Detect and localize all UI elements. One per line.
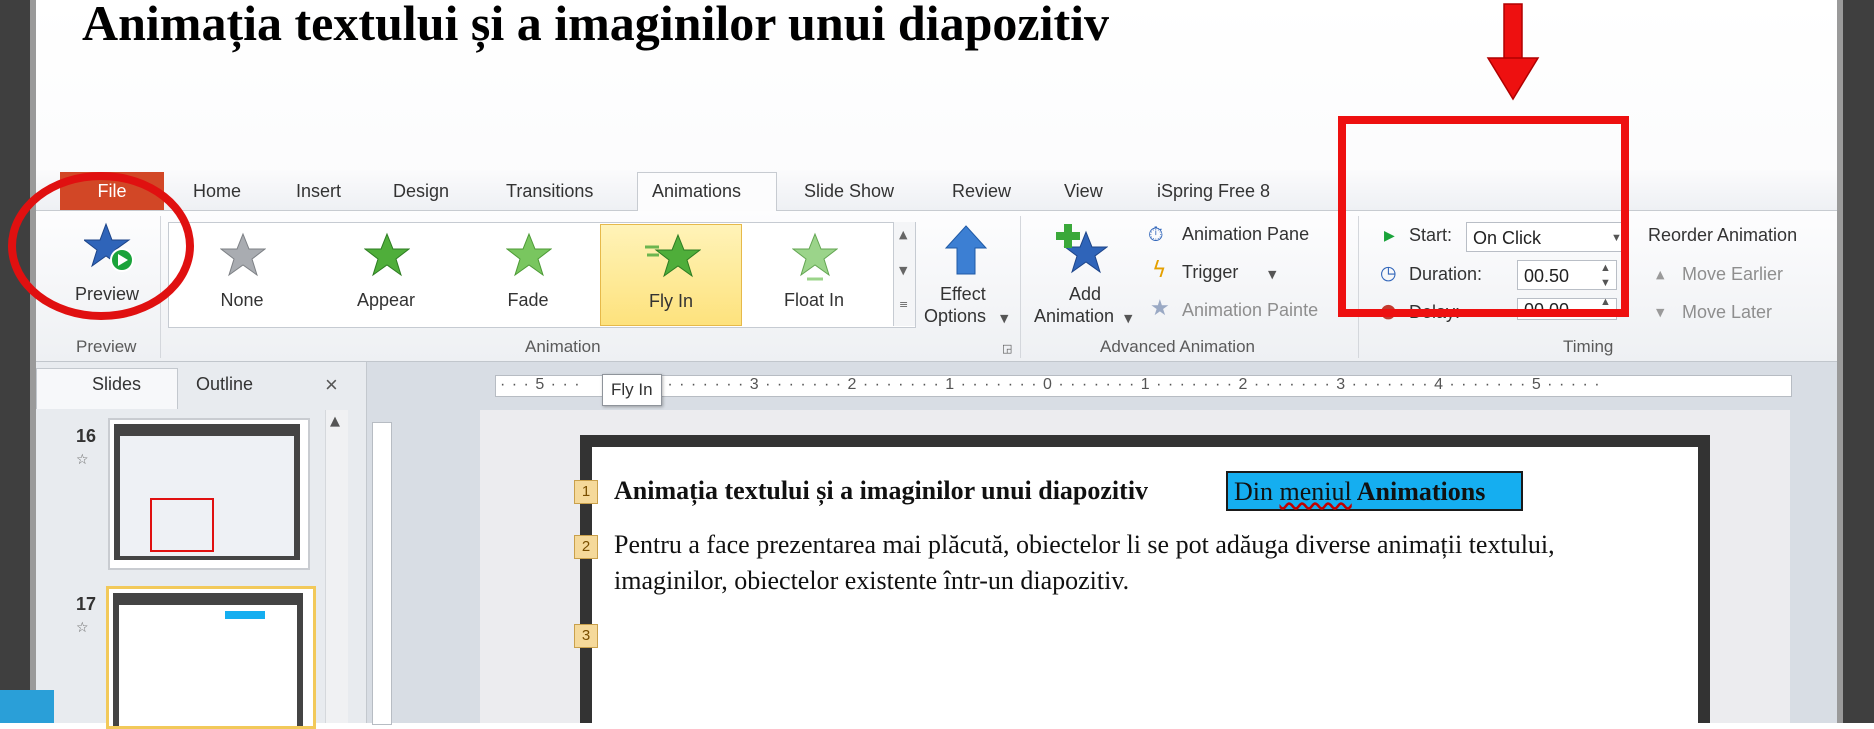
effect-options-button[interactable]: Effect Options ▼ (920, 222, 1010, 332)
horizontal-ruler[interactable]: · · · 5 · · · 4 · · · · · · · 3 · · · · … (495, 375, 1792, 397)
slide-heading-text: Animația textului și a imaginilor unui d… (614, 476, 1149, 505)
group-label-animation: Animation (525, 337, 601, 356)
animation-pane-label: Animation Pane (1182, 224, 1310, 244)
scroll-up-icon: ▲ (330, 414, 340, 429)
highlight-prefix: Din (1234, 477, 1280, 506)
animation-label: Fly In (648, 291, 693, 311)
animation-label: Appear (356, 290, 416, 310)
group-label-preview: Preview (76, 337, 137, 356)
trigger-label: Trigger (1182, 262, 1239, 282)
scroll-up-icon: ▲ (899, 228, 908, 241)
animation-label: None (220, 290, 264, 310)
ruler-marks-left: · · · 5 · · · (500, 376, 581, 393)
thumbnail-red-box (150, 498, 214, 552)
highlight-box: Din meniul Animations (1226, 471, 1523, 511)
triangle-down-icon: ▼ (1656, 306, 1665, 319)
animation-float-in[interactable]: Float In (754, 224, 874, 324)
animation-appear[interactable]: Appear (326, 224, 446, 324)
move-later-button[interactable]: ▼ Move Later (1656, 300, 1826, 326)
slide-thumbnail-17[interactable] (106, 586, 316, 729)
move-earlier-button[interactable]: ▲ Move Earlier (1656, 262, 1826, 288)
appear-star-icon (364, 232, 410, 277)
thumbnail-highlight (225, 611, 265, 619)
animation-label: Fade (507, 290, 549, 310)
group-label-advanced: Advanced Animation (1100, 337, 1255, 356)
animation-pane-button[interactable]: ⏱ Animation Pane (1148, 222, 1338, 250)
animation-painter-button[interactable]: ★ Animation Painte (1148, 296, 1338, 326)
gray-star-icon (220, 232, 266, 277)
gallery-scrollbar[interactable]: ▲ ▼ ≡ (893, 222, 915, 326)
animation-star-icon: ☆ (76, 452, 89, 468)
scroll-down-icon: ▼ (899, 264, 908, 277)
tab-insert[interactable]: Insert (296, 181, 341, 202)
move-later-label: Move Later (1682, 302, 1773, 322)
animation-badge[interactable]: 3 (574, 624, 598, 648)
effect-options-label-1: Effect (940, 284, 986, 304)
group-label-timing: Timing (1563, 337, 1614, 356)
tooltip: Fly In (602, 374, 662, 406)
ruler-marks-right: 4 · · · · · · · 3 · · · · · · · 2 · · · … (652, 376, 1601, 393)
slides-pane-scrollbar[interactable]: ▲ (325, 410, 348, 723)
animation-pane-icon: ⏱ (1148, 222, 1164, 246)
gallery-more-icon: ≡ (899, 298, 909, 311)
up-arrow-icon (944, 225, 988, 275)
tab-design[interactable]: Design (393, 181, 449, 202)
animation-badge[interactable]: 1 (574, 480, 598, 504)
move-earlier-label: Move Earlier (1682, 264, 1784, 284)
highlight-suffix: Animations (1351, 477, 1486, 506)
pane-tab-outline[interactable]: Outline (196, 374, 253, 395)
trigger-button[interactable]: ϟ Trigger ▼ (1148, 258, 1288, 288)
lightning-icon: ϟ (1152, 258, 1167, 283)
slide-paragraph-line-2: imaginilor, obiectelor existente într-un… (614, 566, 1130, 595)
painter-icon: ★ (1150, 296, 1170, 321)
frame-left (0, 0, 30, 723)
chevron-down-icon: ▼ (1000, 312, 1009, 325)
vertical-ruler[interactable] (372, 422, 392, 725)
tab-animations[interactable]: Animations (652, 181, 741, 202)
slide-thumbnail-16[interactable] (108, 418, 310, 570)
group-separator (1020, 216, 1021, 358)
tab-transitions[interactable]: Transitions (506, 181, 593, 202)
add-animation-label-1: Add (1069, 284, 1102, 304)
animation-label: Float In (783, 290, 845, 310)
float-in-star-icon (792, 232, 838, 281)
animation-fade[interactable]: Fade (468, 224, 588, 324)
animation-none[interactable]: None (182, 224, 302, 324)
slide-paragraph-line-1: Pentru a face prezentarea mai plăcută, o… (614, 530, 1555, 559)
tab-slide-show[interactable]: Slide Show (804, 181, 894, 202)
reorder-animation-label: Reorder Animation (1648, 225, 1798, 245)
fade-star-icon (506, 232, 552, 277)
down-arrow-icon (1486, 3, 1540, 101)
fly-in-star-icon (645, 233, 701, 278)
tab-review[interactable]: Review (952, 181, 1011, 202)
add-animation-button[interactable]: Add Animation ▼ (1030, 222, 1135, 332)
animation-badge[interactable]: 2 (574, 535, 598, 559)
page-title: Animația textului și a imaginilor unui d… (82, 0, 1110, 51)
pane-tab-slides[interactable]: Slides (92, 374, 141, 395)
slide-number: 17 (76, 594, 97, 614)
chevron-down-icon: ▼ (1268, 268, 1277, 281)
preview-highlight-circle (8, 172, 194, 320)
chevron-down-icon: ▼ (1124, 312, 1133, 325)
tab-home[interactable]: Home (193, 181, 241, 202)
animation-fly-in[interactable]: Fly In (600, 224, 742, 326)
timing-highlight-box (1338, 116, 1629, 317)
animation-painter-label: Animation Painte (1182, 300, 1319, 320)
animation-star-icon: ☆ (76, 620, 89, 636)
effect-options-label-2: Options (924, 306, 987, 326)
close-icon[interactable]: × (325, 372, 338, 398)
add-animation-label-2: Animation (1034, 306, 1115, 326)
dialog-launcher-icon[interactable]: ◲ (1002, 342, 1012, 355)
slide-number: 16 (76, 426, 97, 446)
add-animation-icon (1056, 224, 1108, 274)
tab-view[interactable]: View (1064, 181, 1103, 202)
thumbnail-content (119, 605, 297, 726)
triangle-up-icon: ▲ (1656, 268, 1665, 281)
frame-right (1843, 0, 1874, 723)
tab-ispring[interactable]: iSpring Free 8 (1157, 181, 1270, 202)
decorative-corner (0, 690, 54, 723)
highlight-word: meniul (1279, 477, 1352, 506)
